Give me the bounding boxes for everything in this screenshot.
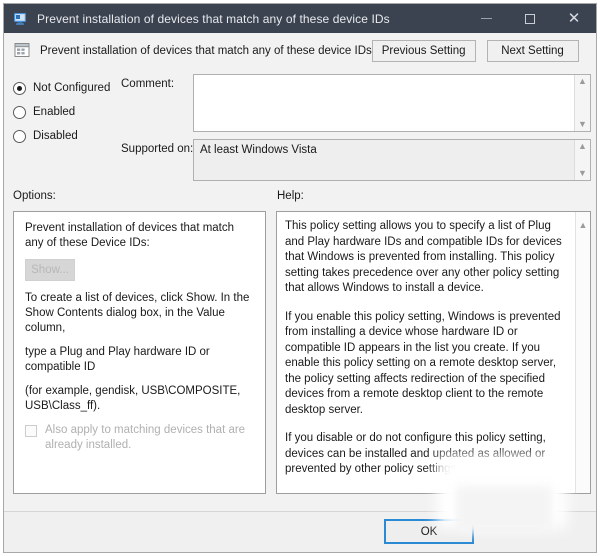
radio-label-enabled: Enabled xyxy=(33,106,76,118)
scroll-up-arrow[interactable]: ▲ xyxy=(579,220,588,230)
radio-label-not-configured: Not Configured xyxy=(33,82,111,94)
options-heading: Prevent installation of devices that mat… xyxy=(25,222,235,249)
radio-mark-not-configured xyxy=(13,81,26,95)
radio-mark-enabled xyxy=(13,105,26,119)
comment-field[interactable]: ▲ ▼ xyxy=(193,74,591,132)
scroll-up-arrow[interactable]: ▲ xyxy=(578,77,587,86)
dialog-footer: OK xyxy=(4,511,596,552)
comment-scrollbar[interactable]: ▲ ▼ xyxy=(574,75,590,131)
help-scrollbar[interactable]: ▲ xyxy=(575,212,590,493)
options-label: Options: xyxy=(13,190,56,202)
maximize-icon[interactable] xyxy=(508,4,552,33)
ok-button[interactable]: OK xyxy=(384,519,474,544)
radio-not-configured[interactable]: Not Configured xyxy=(13,76,123,100)
comment-label: Comment: xyxy=(121,78,175,90)
options-paragraph-2: type a Plug and Play hardware ID or comp… xyxy=(25,346,210,373)
help-panel: This policy setting allows you to specif… xyxy=(276,211,591,494)
show-button[interactable]: Show... xyxy=(25,259,75,281)
navigation-buttons: Previous Setting Next Setting xyxy=(371,39,600,62)
help-paragraph-2: If you enable this policy setting, Windo… xyxy=(285,310,561,416)
minimize-icon[interactable] xyxy=(464,4,508,33)
policy-state-radio-group: Not Configured Enabled Disabled xyxy=(13,76,123,148)
radio-label-disabled: Disabled xyxy=(33,130,78,142)
radio-disabled[interactable]: Disabled xyxy=(13,124,123,148)
setting-title: Prevent installation of devices that mat… xyxy=(40,44,372,57)
setting-header: Prevent installation of devices that mat… xyxy=(4,33,596,69)
panel-labels: Options: Help: xyxy=(4,185,596,211)
group-policy-setting-icon xyxy=(14,42,31,59)
scroll-up-arrow[interactable]: ▲ xyxy=(578,142,587,151)
radio-enabled[interactable]: Enabled xyxy=(13,100,123,124)
options-paragraph-3: (for example, gendisk, USB\COMPOSITE, US… xyxy=(25,385,241,412)
state-and-comment-area: Not Configured Enabled Disabled Comment:… xyxy=(4,69,596,185)
help-paragraph-3: If you disable or do not configure this … xyxy=(285,432,546,475)
also-apply-checkbox-row[interactable]: Also apply to matching devices that are … xyxy=(25,423,254,453)
title-bar: Prevent installation of devices that mat… xyxy=(4,4,596,33)
panels-area: Prevent installation of devices that mat… xyxy=(4,211,596,511)
close-icon[interactable]: ✕ xyxy=(552,4,596,33)
previous-setting-button[interactable]: Previous Setting xyxy=(371,39,476,62)
policy-monitor-icon xyxy=(13,11,29,27)
scroll-down-arrow[interactable]: ▼ xyxy=(578,169,587,178)
policy-setting-dialog: Prevent installation of devices that mat… xyxy=(3,3,597,553)
supported-on-value: At least Windows Vista xyxy=(200,144,317,156)
window-title: Prevent installation of devices that mat… xyxy=(37,11,390,26)
help-paragraph-1: This policy setting allows you to specif… xyxy=(285,220,562,294)
window-controls: ✕ xyxy=(464,4,596,33)
supported-on-field: At least Windows Vista ▲ ▼ xyxy=(193,139,591,181)
options-panel: Prevent installation of devices that mat… xyxy=(13,211,266,494)
also-apply-checkbox[interactable] xyxy=(25,425,37,437)
radio-mark-disabled xyxy=(13,129,26,143)
supported-on-label: Supported on: xyxy=(121,143,194,155)
next-setting-button[interactable]: Next Setting xyxy=(486,39,579,62)
also-apply-checkbox-label: Also apply to matching devices that are … xyxy=(45,424,246,451)
scroll-down-arrow[interactable]: ▼ xyxy=(578,120,587,129)
help-label: Help: xyxy=(277,190,304,202)
help-text-content: This policy setting allows you to specif… xyxy=(277,212,575,493)
options-paragraph-1: To create a list of devices, click Show.… xyxy=(25,292,250,334)
comment-input[interactable] xyxy=(194,75,574,131)
supported-on-scrollbar[interactable]: ▲ ▼ xyxy=(574,140,590,180)
